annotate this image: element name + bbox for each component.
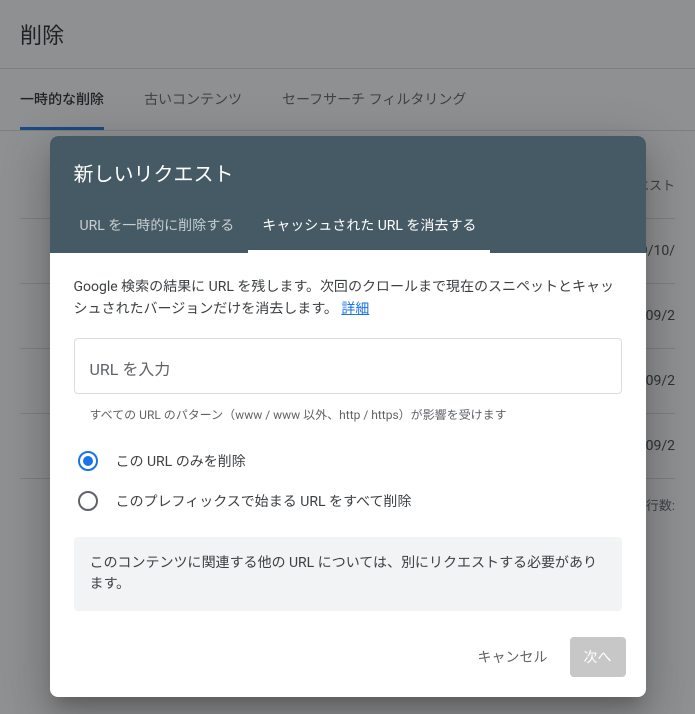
radio-prefix-urls[interactable]: このプレフィックスで始まる URL をすべて削除: [74, 481, 622, 521]
modal-body: Google 検索の結果に URL を残します。次回のクロールまで現在のスニペッ…: [50, 253, 646, 629]
url-input[interactable]: [74, 338, 622, 394]
modal-header: 新しいリクエスト URL を一時的に削除する キャッシュされた URL を消去す…: [50, 136, 646, 253]
url-input-wrap: URL を入力: [74, 338, 622, 394]
modal-tab-clear-cache[interactable]: キャッシュされた URL を消去する: [248, 201, 490, 253]
modal-title: 新しいリクエスト: [50, 136, 646, 201]
radio-this-url-only[interactable]: この URL のみを削除: [74, 441, 622, 481]
next-button[interactable]: 次へ: [570, 637, 626, 677]
radio-icon: [78, 451, 98, 471]
url-input-hint: すべての URL のパターン（www / www 以外、http / https…: [74, 400, 622, 423]
modal-description: Google 検索の結果に URL を残します。次回のクロールまで現在のスニペッ…: [74, 277, 622, 320]
cancel-button[interactable]: キャンセル: [464, 637, 562, 677]
modal-tabs: URL を一時的に削除する キャッシュされた URL を消去する: [50, 201, 646, 253]
modal-footer: キャンセル 次へ: [50, 629, 646, 697]
modal-tab-remove-url[interactable]: URL を一時的に削除する: [66, 201, 249, 253]
radio-icon: [78, 491, 98, 511]
radio-label: この URL のみを削除: [116, 451, 246, 471]
detail-link[interactable]: 詳細: [341, 301, 369, 317]
modal-backdrop: 新しいリクエスト URL を一時的に削除する キャッシュされた URL を消去す…: [0, 0, 695, 714]
radio-label: このプレフィックスで始まる URL をすべて削除: [116, 491, 412, 511]
new-request-modal: 新しいリクエスト URL を一時的に削除する キャッシュされた URL を消去す…: [50, 136, 646, 697]
note-box: このコンテンツに関連する他の URL については、別にリクエストする必要がありま…: [74, 537, 622, 611]
